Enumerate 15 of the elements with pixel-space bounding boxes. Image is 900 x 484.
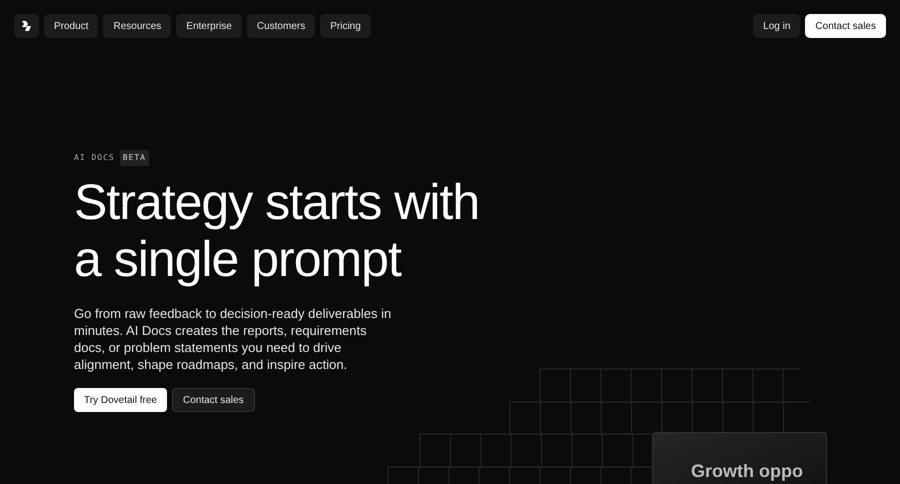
nav-link[interactable]: Enterprise (176, 14, 242, 38)
beta-badge: BETA (120, 150, 149, 166)
hero-heading: Strategy starts with a single prompt (74, 174, 480, 288)
eyebrow-label: AI DOCS (74, 152, 115, 164)
nav-link[interactable]: Resources (103, 14, 172, 38)
card-title: Growth oppo (691, 461, 804, 481)
nav-link[interactable]: Product (44, 14, 98, 38)
contact-sales-button[interactable]: Contact sales (805, 14, 886, 38)
try-free-button[interactable]: Try Dovetail free (74, 388, 167, 412)
logo-icon[interactable] (14, 14, 39, 38)
hero-description: Go from raw feedback to decision-ready deliverables in minutes. AI Docs creates the reports, requirements docs, or problem statements you need to drive alignment, shape roadmaps, and inspire action. (74, 305, 392, 373)
nav-link[interactable]: Pricing (320, 14, 371, 38)
login-button[interactable]: Log in (753, 14, 800, 38)
nav-link[interactable]: Customers (246, 14, 316, 38)
contact-sales-button[interactable]: Contact sales (172, 388, 255, 412)
